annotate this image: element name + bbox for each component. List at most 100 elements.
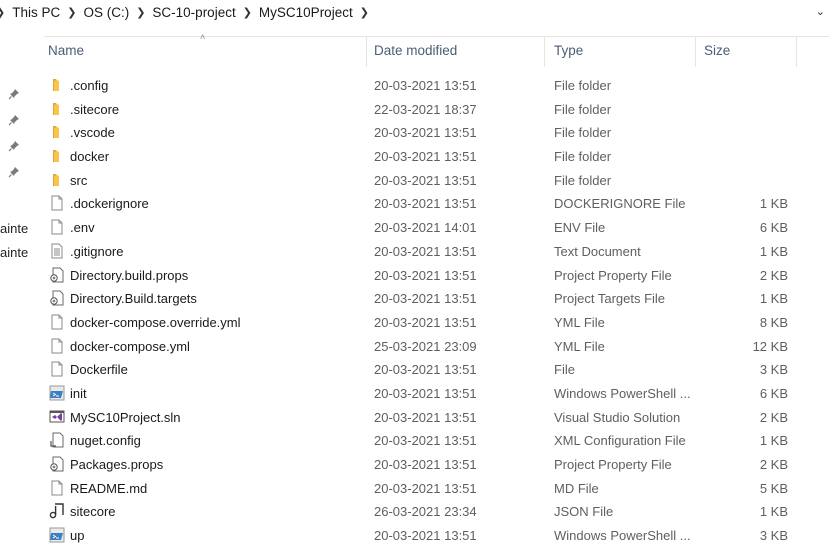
file-type: Visual Studio Solution xyxy=(554,409,681,425)
pin-icon[interactable] xyxy=(8,166,20,178)
file-row[interactable]: up 20-03-2021 13:51 Windows PowerShell .… xyxy=(44,524,829,544)
file-name[interactable]: up xyxy=(70,528,84,543)
file-date-modified: 20-03-2021 13:51 xyxy=(374,149,477,165)
sort-ascending-icon: ˄ xyxy=(200,32,206,42)
chevron-right-icon[interactable]: ❯ xyxy=(360,6,369,19)
file-name[interactable]: .dockerignore xyxy=(70,196,149,211)
file-size: 12 KB xyxy=(752,338,788,354)
pin-icon[interactable] xyxy=(8,88,20,100)
file-date-modified: 20-03-2021 13:51 xyxy=(374,409,477,425)
file-type: YML File xyxy=(554,338,605,354)
project-file-icon xyxy=(49,456,65,472)
file-name[interactable]: Directory.build.props xyxy=(70,268,188,283)
file-type: File folder xyxy=(554,149,612,165)
file-row[interactable]: .config 20-03-2021 13:51 File folder xyxy=(44,74,829,98)
file-name[interactable]: .sitecore xyxy=(70,102,119,117)
file-date-modified: 20-03-2021 13:51 xyxy=(374,457,477,472)
file-name[interactable]: docker-compose.yml xyxy=(70,339,190,354)
file-row[interactable]: .gitignore 20-03-2021 13:51 Text Documen… xyxy=(44,240,829,264)
file-type: Text Document xyxy=(554,243,641,259)
json-file-icon xyxy=(49,503,65,519)
file-row[interactable]: .dockerignore 20-03-2021 13:51 DOCKERIGN… xyxy=(44,192,829,216)
column-divider[interactable] xyxy=(796,37,797,67)
file-name[interactable]: Dockerfile xyxy=(70,362,128,377)
breadcrumb-os-drive[interactable]: OS (C:) xyxy=(83,5,129,20)
file-name[interactable]: nuget.config xyxy=(70,433,141,448)
chevron-right-icon[interactable]: ❯ xyxy=(243,6,252,19)
file-row[interactable]: docker-compose.yml 25-03-2021 23:09 YML … xyxy=(44,335,829,359)
file-name[interactable]: init xyxy=(70,386,87,401)
file-icon xyxy=(49,338,65,354)
file-row[interactable]: Directory.build.props 20-03-2021 13:51 P… xyxy=(44,264,829,288)
file-size: 3 KB xyxy=(759,362,788,378)
file-row[interactable]: src 20-03-2021 13:51 File folder xyxy=(44,169,829,193)
file-size: 1 KB xyxy=(759,504,788,520)
file-name[interactable]: docker-compose.override.yml xyxy=(70,315,241,330)
file-type: Windows PowerShell ... xyxy=(554,385,691,401)
file-row[interactable]: Directory.Build.targets 20-03-2021 13:51… xyxy=(44,287,829,311)
file-type: File xyxy=(554,362,575,378)
file-row[interactable]: .env 20-03-2021 14:01 ENV File 6 KB xyxy=(44,216,829,240)
column-header-name[interactable]: Name xyxy=(48,43,84,58)
file-row[interactable]: .sitecore 22-03-2021 18:37 File folder xyxy=(44,98,829,122)
file-type: YML File xyxy=(554,314,605,330)
nav-item-label[interactable]: ainte xyxy=(0,245,28,260)
file-row[interactable]: docker 20-03-2021 13:51 File folder xyxy=(44,145,829,169)
file-icon xyxy=(49,314,65,330)
chevron-right-icon[interactable]: ❯ xyxy=(0,6,5,19)
file-row[interactable]: Dockerfile 20-03-2021 13:51 File 3 KB xyxy=(44,358,829,382)
pin-icon[interactable] xyxy=(8,114,20,126)
file-name[interactable]: .env xyxy=(70,220,95,235)
chevron-right-icon[interactable]: ❯ xyxy=(67,6,76,19)
column-divider[interactable] xyxy=(544,37,545,67)
file-name[interactable]: .vscode xyxy=(70,125,115,140)
breadcrumb-this-pc[interactable]: This PC xyxy=(12,5,60,20)
file-name[interactable]: Directory.Build.targets xyxy=(70,291,197,306)
file-name[interactable]: sitecore xyxy=(70,504,116,519)
file-row[interactable]: .vscode 20-03-2021 13:51 File folder xyxy=(44,121,829,145)
file-size: 2 KB xyxy=(759,409,788,425)
file-type: File folder xyxy=(554,101,612,117)
column-headers: ˄ Name Date modified Type Size xyxy=(44,32,829,67)
file-row[interactable]: nuget.config 20-03-2021 13:51 XML Config… xyxy=(44,429,829,453)
file-type: XML Configuration File xyxy=(554,433,686,449)
file-size: 6 KB xyxy=(759,385,788,401)
file-size: 2 KB xyxy=(759,457,788,472)
file-name[interactable]: docker xyxy=(70,149,109,164)
file-row[interactable]: init 20-03-2021 13:51 Windows PowerShell… xyxy=(44,382,829,406)
file-name[interactable]: README.md xyxy=(70,481,147,496)
file-size: 1 KB xyxy=(759,243,788,259)
column-header-type[interactable]: Type xyxy=(554,43,583,58)
file-row[interactable]: docker-compose.override.yml 20-03-2021 1… xyxy=(44,311,829,335)
file-row[interactable]: README.md 20-03-2021 13:51 MD File 5 KB xyxy=(44,477,829,501)
file-row[interactable]: sitecore 26-03-2021 23:34 JSON File 1 KB xyxy=(44,500,829,524)
column-divider[interactable] xyxy=(366,37,367,67)
file-size: 6 KB xyxy=(759,220,788,236)
file-type: Windows PowerShell ... xyxy=(554,528,691,544)
folder-icon xyxy=(49,124,65,140)
chevron-right-icon[interactable]: ❯ xyxy=(136,6,145,19)
file-row[interactable]: MySC10Project.sln 20-03-2021 13:51 Visua… xyxy=(44,406,829,430)
nav-item-label[interactable]: ainte xyxy=(0,221,28,236)
file-name[interactable]: Packages.props xyxy=(70,457,163,472)
pin-icon[interactable] xyxy=(8,140,20,152)
address-bar[interactable]: ❯ This PC ❯ OS (C:) ❯ SC-10-project ❯ My… xyxy=(0,0,829,24)
file-name[interactable]: .gitignore xyxy=(70,244,123,259)
file-type: MD File xyxy=(554,480,599,496)
file-size: 8 KB xyxy=(759,314,788,330)
breadcrumb: ❯ This PC ❯ OS (C:) ❯ SC-10-project ❯ My… xyxy=(0,5,376,20)
powershell-icon xyxy=(49,385,65,401)
breadcrumb-sc10-project[interactable]: SC-10-project xyxy=(152,5,235,20)
column-header-size[interactable]: Size xyxy=(704,43,730,58)
file-type: File folder xyxy=(554,125,612,141)
file-row[interactable]: Packages.props 20-03-2021 13:51 Project … xyxy=(44,453,829,477)
file-date-modified: 25-03-2021 23:09 xyxy=(374,338,477,354)
folder-icon xyxy=(49,148,65,164)
chevron-down-icon[interactable]: ⌄ xyxy=(816,5,825,18)
breadcrumb-mysc10project[interactable]: MySC10Project xyxy=(259,5,353,20)
file-name[interactable]: src xyxy=(70,173,87,188)
file-name[interactable]: MySC10Project.sln xyxy=(70,410,181,425)
column-divider[interactable] xyxy=(695,37,696,67)
file-name[interactable]: .config xyxy=(70,78,108,93)
column-header-date-modified[interactable]: Date modified xyxy=(374,43,457,58)
